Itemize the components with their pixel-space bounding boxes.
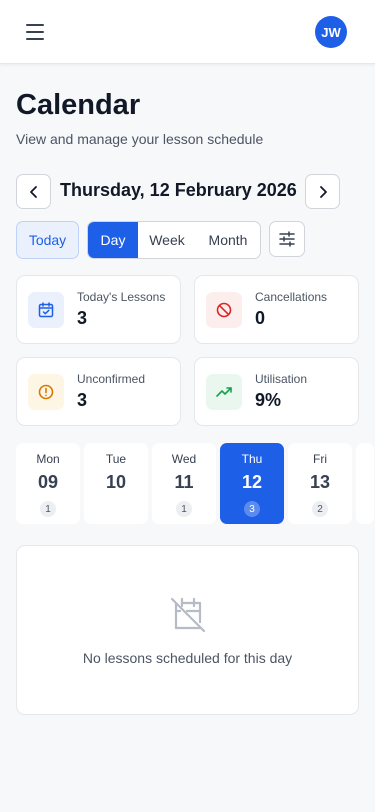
menu-icon[interactable] <box>24 23 46 41</box>
stat-label: Utilisation <box>255 372 308 386</box>
day-number: 13 <box>309 472 331 492</box>
day-name: Wed <box>171 452 197 466</box>
day-name: Tue <box>105 452 127 466</box>
next-day-button[interactable] <box>305 174 340 209</box>
lesson-count-badge: 3 <box>244 501 260 517</box>
previous-day-button[interactable] <box>16 174 51 209</box>
chevron-right-icon <box>319 185 327 198</box>
view-month-button[interactable]: Month <box>196 222 260 258</box>
day-number: 10 <box>105 472 127 492</box>
day-number: 09 <box>37 472 59 492</box>
top-app-bar: JW <box>0 0 375 64</box>
stat-label: Cancellations <box>255 290 328 304</box>
stat-label: Today's Lessons <box>77 290 166 304</box>
day-name: Fri <box>313 452 327 466</box>
day-thu[interactable]: Thu 12 3 <box>220 443 284 524</box>
day-number: 11 <box>174 472 194 492</box>
day-name: Mon <box>36 452 60 466</box>
trending-up-icon <box>206 374 242 410</box>
empty-state-message: No lessons scheduled for this day <box>82 650 293 666</box>
stat-card-utilisation: Utilisation 9% <box>194 357 359 426</box>
lesson-count-badge: 1 <box>176 501 192 517</box>
alert-circle-icon <box>28 374 64 410</box>
lesson-count-badge: 2 <box>312 501 328 517</box>
user-avatar[interactable]: JW <box>315 16 347 48</box>
chevron-left-icon <box>29 185 37 198</box>
stat-label: Unconfirmed <box>77 372 146 386</box>
view-day-button[interactable]: Day <box>88 222 138 258</box>
day-tue[interactable]: Tue 10 <box>84 443 148 524</box>
current-date: Thursday, 12 February 2026 <box>60 180 297 200</box>
stat-card-cancellations: Cancellations 0 <box>194 275 359 344</box>
day-wed[interactable]: Wed 11 1 <box>152 443 216 524</box>
lesson-count-badge: 1 <box>40 501 56 517</box>
calendar-off-icon <box>170 597 206 633</box>
ban-icon <box>206 292 242 328</box>
day-number: 12 <box>241 472 263 492</box>
stat-value: 3 <box>77 390 88 410</box>
day-next-partial[interactable] <box>356 443 374 524</box>
view-switcher: Day Week Month <box>87 221 261 259</box>
page-subtitle: View and manage your lesson schedule <box>16 131 264 147</box>
stat-value: 3 <box>77 308 88 328</box>
lessons-empty-state: No lessons scheduled for this day <box>16 545 359 715</box>
day-mon[interactable]: Mon 09 1 <box>16 443 80 524</box>
stat-card-unconfirmed: Unconfirmed 3 <box>16 357 181 426</box>
filter-button[interactable] <box>269 221 305 257</box>
calendar-check-icon <box>28 292 64 328</box>
stat-value: 0 <box>255 308 266 328</box>
today-button[interactable]: Today <box>16 221 79 259</box>
day-name: Thu <box>241 452 263 466</box>
stat-value: 9% <box>255 390 282 410</box>
page-title: Calendar <box>16 89 141 121</box>
stat-card-todays-lessons: Today's Lessons 3 <box>16 275 181 344</box>
view-week-button[interactable]: Week <box>138 222 196 258</box>
day-fri[interactable]: Fri 13 2 <box>288 443 352 524</box>
sliders-icon <box>279 231 295 247</box>
